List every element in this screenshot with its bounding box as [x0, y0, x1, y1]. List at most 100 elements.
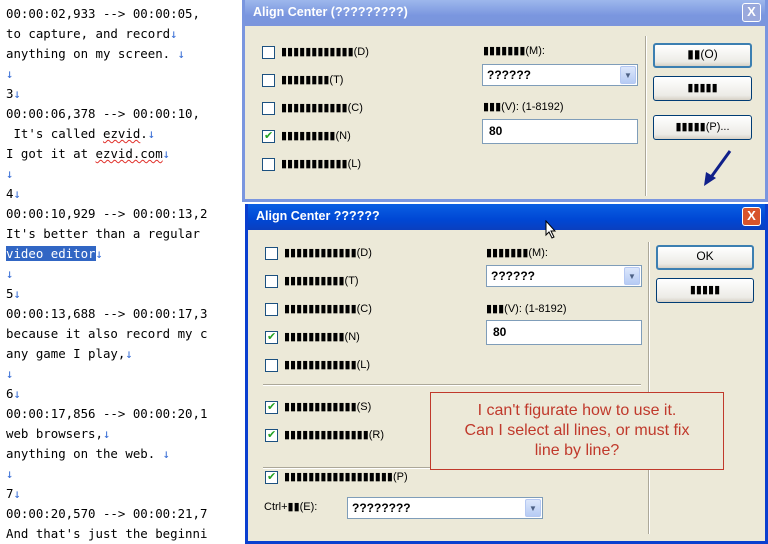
- checkbox-label[interactable]: ▮▮▮▮▮▮▮▮▮▮▮(L): [281, 157, 361, 170]
- dialog-front-titlebar[interactable]: Align Center ?????? X: [248, 204, 765, 230]
- checkbox-label[interactable]: ▮▮▮▮▮▮▮▮▮▮▮(C): [281, 101, 363, 114]
- cancel-button[interactable]: ▮▮▮▮▮: [656, 278, 754, 303]
- line-break-marker: ↓: [162, 146, 171, 161]
- editor-text: any game I play,: [6, 346, 126, 361]
- editor-line[interactable]: anything on my screen. ↓: [6, 44, 185, 64]
- editor-line[interactable]: It's called ezvid.↓: [6, 124, 155, 144]
- value-input[interactable]: 80: [482, 119, 638, 144]
- editor-line[interactable]: It's better than a regular: [6, 224, 200, 244]
- checkbox[interactable]: [265, 470, 278, 484]
- chevron-down-icon[interactable]: ▼: [620, 66, 636, 84]
- editor-line[interactable]: ↓: [6, 164, 13, 184]
- editor-text: 00:00:10,929 --> 00:00:13,2: [6, 206, 208, 221]
- chevron-down-icon[interactable]: ▼: [525, 499, 541, 517]
- chevron-down-icon[interactable]: ▼: [624, 267, 640, 285]
- hotkey-select-value: ????????: [352, 501, 411, 515]
- close-icon[interactable]: X: [742, 3, 761, 22]
- checkbox[interactable]: [262, 158, 275, 171]
- editor-line[interactable]: anything on the web. ↓: [6, 444, 170, 464]
- line-break-marker: ↓: [162, 446, 171, 461]
- editor-line[interactable]: ↓: [6, 264, 13, 284]
- checkbox[interactable]: [265, 247, 278, 260]
- editor-line[interactable]: because it also record my c: [6, 324, 207, 344]
- dialog-back-titlebar[interactable]: Align Center (?????????) X: [245, 0, 765, 26]
- editor-line[interactable]: any game I play,↓: [6, 344, 133, 364]
- method-select[interactable]: ?????? ▼: [482, 64, 638, 86]
- checkbox-label[interactable]: ▮▮▮▮▮▮▮▮▮(N): [281, 129, 351, 142]
- checkbox[interactable]: [265, 428, 278, 442]
- vertical-divider: [648, 242, 650, 534]
- editor-line[interactable]: 4↓: [6, 184, 21, 204]
- value-input[interactable]: 80: [486, 320, 642, 345]
- checkbox-label[interactable]: ▮▮▮▮▮▮▮▮▮▮▮▮(L): [284, 358, 370, 371]
- checkbox-label[interactable]: ▮▮▮▮▮▮▮▮▮▮(N): [284, 330, 360, 343]
- editor-text: web browsers,: [6, 426, 103, 441]
- line-break-marker: ↓: [102, 426, 111, 441]
- ok-button[interactable]: ▮▮(O): [653, 43, 752, 68]
- editor-text: 00:00:13,688 --> 00:00:17,3: [6, 306, 208, 321]
- editor-line[interactable]: web browsers,↓: [6, 424, 110, 444]
- close-icon[interactable]: X: [742, 207, 761, 226]
- editor-line[interactable]: 00:00:20,570 --> 00:00:21,7: [6, 504, 207, 524]
- annotation-note: I can't figurate how to use it. Can I se…: [430, 392, 724, 470]
- editor-line[interactable]: 00:00:06,378 --> 00:00:10,: [6, 104, 200, 124]
- checkbox-label[interactable]: ▮▮▮▮▮▮▮▮▮▮▮▮(C): [284, 302, 372, 315]
- value-range-label: ▮▮▮(V): (1-8192): [483, 101, 564, 113]
- method-select[interactable]: ?????? ▼: [486, 265, 642, 287]
- line-break-marker: ↓: [177, 46, 186, 61]
- editor-line[interactable]: 5↓: [6, 284, 21, 304]
- editor-text: 00:00:06,378 --> 00:00:10,: [6, 106, 200, 121]
- checkbox[interactable]: [265, 359, 278, 372]
- line-break-marker: ↓: [13, 286, 21, 301]
- checkbox[interactable]: [262, 129, 275, 143]
- editor-line[interactable]: 00:00:02,933 --> 00:00:05,: [6, 4, 200, 24]
- editor-line[interactable]: ↓: [6, 64, 13, 84]
- line-break-marker: ↓: [13, 486, 21, 501]
- editor-line[interactable]: 00:00:13,688 --> 00:00:17,3: [6, 304, 207, 324]
- align-center-dialog-back: Align Center (?????????) X ▮▮▮▮▮▮▮▮▮▮▮▮(…: [242, 0, 768, 202]
- editor-line[interactable]: to capture, and record↓: [6, 24, 178, 44]
- selected-text: video editor: [6, 246, 96, 261]
- hotkey-select[interactable]: ???????? ▼: [347, 497, 543, 519]
- editor-line[interactable]: 00:00:10,929 --> 00:00:13,2: [6, 204, 207, 224]
- checkbox[interactable]: [265, 303, 278, 316]
- checkbox-label[interactable]: ▮▮▮▮▮▮▮▮▮▮▮▮(S): [284, 400, 371, 413]
- checkbox[interactable]: [262, 46, 275, 59]
- checkbox-label[interactable]: ▮▮▮▮▮▮▮▮▮▮(T): [284, 274, 359, 287]
- line-break-marker: ↓: [6, 266, 14, 281]
- checkbox-label[interactable]: ▮▮▮▮▮▮▮▮(T): [281, 73, 343, 86]
- annotation-line: line by line?: [534, 442, 620, 459]
- editor-text: It's better than a regular: [6, 226, 200, 241]
- cancel-button[interactable]: ▮▮▮▮▮: [653, 76, 752, 101]
- editor-text: It's called: [6, 126, 103, 141]
- annotation-line: Can I select all lines, or must fix: [464, 422, 690, 439]
- line-break-marker: ↓: [6, 466, 14, 481]
- checkbox[interactable]: [265, 330, 278, 344]
- checkbox[interactable]: [265, 400, 278, 414]
- checkbox-label[interactable]: ▮▮▮▮▮▮▮▮▮▮▮▮▮▮▮▮▮▮(P): [284, 470, 408, 483]
- checkbox[interactable]: [262, 74, 275, 87]
- editor-text: 00:00:17,856 --> 00:00:20,1: [6, 406, 208, 421]
- editor-line[interactable]: ↓: [6, 364, 13, 384]
- editor-text: I got it at: [6, 146, 96, 161]
- preview-button[interactable]: ▮▮▮▮▮(P)...: [653, 115, 752, 140]
- editor-line[interactable]: I got it at ezvid.com↓: [6, 144, 170, 164]
- editor-line[interactable]: And that's just the beginni: [6, 524, 207, 544]
- editor-line[interactable]: 6↓: [6, 384, 21, 404]
- line-break-marker: ↓: [125, 346, 133, 361]
- editor-text: ezvid.com: [95, 146, 163, 161]
- dialog-back-title: Align Center (?????????): [253, 5, 408, 19]
- editor-line[interactable]: 7↓: [6, 484, 21, 504]
- checkbox[interactable]: [262, 102, 275, 115]
- checkbox-label[interactable]: ▮▮▮▮▮▮▮▮▮▮▮▮(D): [281, 45, 369, 58]
- editor-line[interactable]: 00:00:17,856 --> 00:00:20,1: [6, 404, 207, 424]
- editor-line[interactable]: 3↓: [6, 84, 21, 104]
- checkbox[interactable]: [265, 275, 278, 288]
- dialog-front-title: Align Center ??????: [256, 209, 380, 223]
- editor-line[interactable]: ↓: [6, 464, 13, 484]
- editor-line[interactable]: video editor↓: [6, 244, 103, 264]
- checkbox-label[interactable]: ▮▮▮▮▮▮▮▮▮▮▮▮▮▮(R): [284, 428, 384, 441]
- mouse-pointer-icon: [545, 220, 557, 239]
- ok-button[interactable]: OK: [656, 245, 754, 270]
- checkbox-label[interactable]: ▮▮▮▮▮▮▮▮▮▮▮▮(D): [284, 246, 372, 259]
